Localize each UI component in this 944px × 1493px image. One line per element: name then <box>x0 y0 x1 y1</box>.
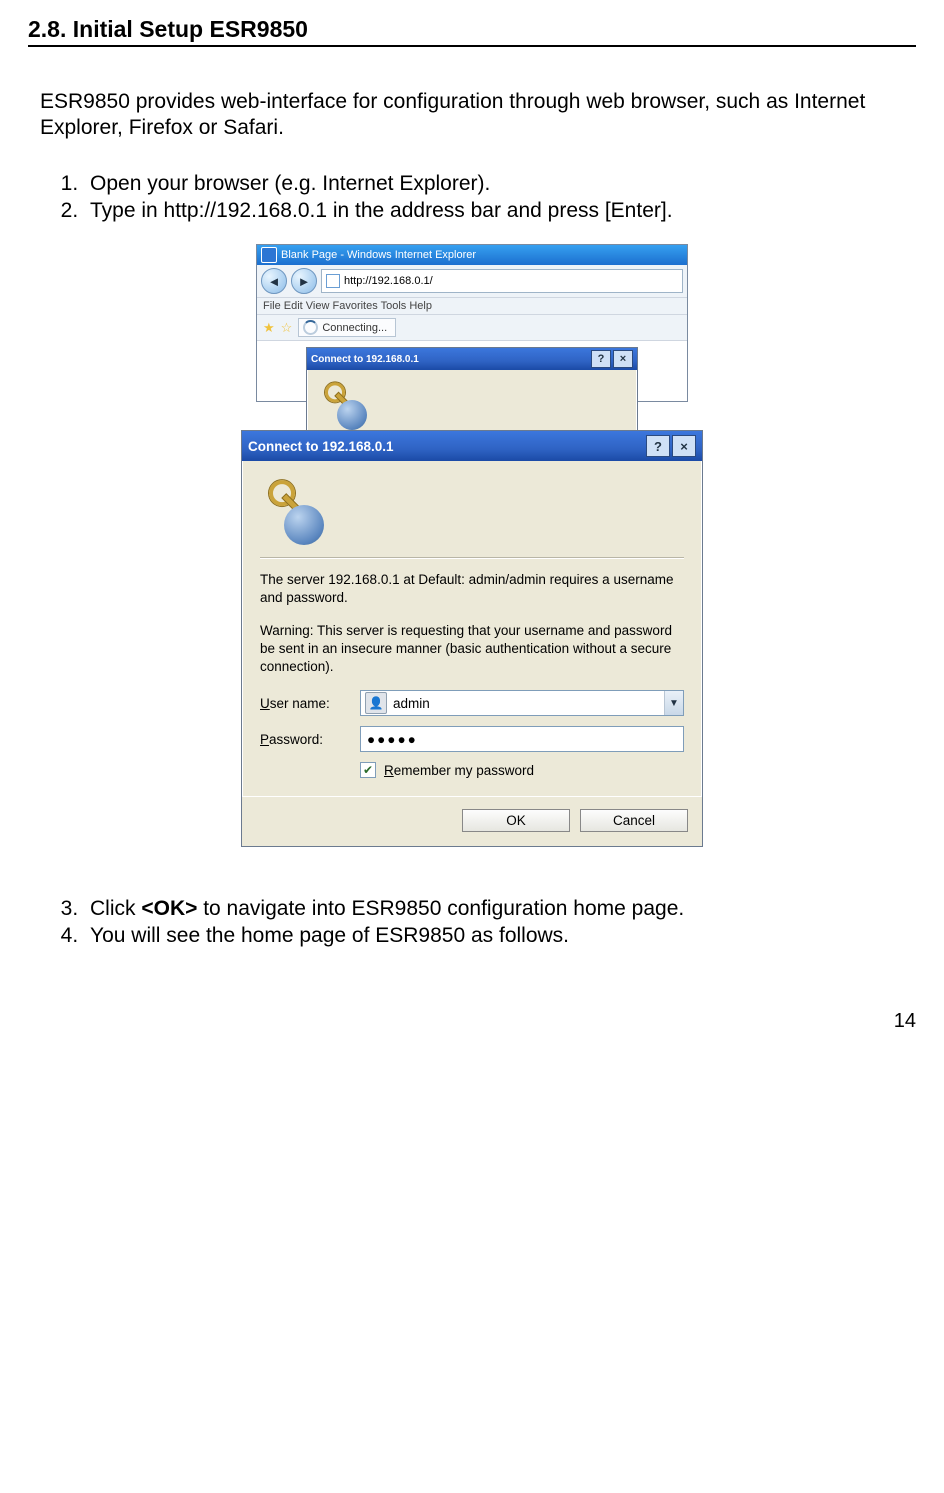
tab-label: Connecting... <box>322 322 387 334</box>
steps-list-a: Open your browser (e.g. Internet Explore… <box>40 170 916 225</box>
browser-window: Blank Page - Windows Internet Explorer ◄… <box>256 244 688 402</box>
cancel-button[interactable]: Cancel <box>580 809 688 832</box>
dialog-titlebar: Connect to 192.168.0.1 ? × <box>242 431 702 461</box>
section-heading: 2.8. Initial Setup ESR9850 <box>28 16 916 47</box>
page-number: 14 <box>28 1010 916 1033</box>
browser-tab[interactable]: Connecting... <box>298 318 396 337</box>
favorites-star-icon[interactable]: ★ <box>263 320 275 336</box>
close-button[interactable]: × <box>613 350 633 368</box>
username-label: User name: <box>260 696 360 711</box>
step-3: Click <OK> to navigate into ESR9850 conf… <box>84 895 916 922</box>
key-lock-icon <box>319 382 367 430</box>
dialog-separator <box>260 557 684 559</box>
ie-logo-icon <box>261 247 277 263</box>
dialog-title-text: Connect to 192.168.0.1 <box>311 354 419 365</box>
password-input[interactable]: ●●●●● <box>360 726 684 752</box>
browser-titlebar: Blank Page - Windows Internet Explorer <box>257 245 687 265</box>
remember-checkbox[interactable]: ✔ <box>360 762 376 778</box>
loading-spinner-icon <box>303 320 318 335</box>
close-button[interactable]: × <box>672 435 696 457</box>
step-1: Open your browser (e.g. Internet Explore… <box>84 170 916 197</box>
step-2: Type in http://192.168.0.1 in the addres… <box>84 197 916 224</box>
address-text: http://192.168.0.1/ <box>344 275 433 287</box>
page-icon <box>326 274 340 288</box>
forward-button[interactable]: ► <box>291 268 317 294</box>
steps-list-b: Click <OK> to navigate into ESR9850 conf… <box>40 895 916 950</box>
key-lock-icon <box>260 481 324 545</box>
help-button[interactable]: ? <box>646 435 670 457</box>
back-button[interactable]: ◄ <box>261 268 287 294</box>
remember-label: Remember my password <box>384 763 534 778</box>
browser-menu[interactable]: File Edit View Favorites Tools Help <box>257 298 687 315</box>
password-label: Password: <box>260 732 360 747</box>
intro-paragraph: ESR9850 provides web-interface for confi… <box>40 89 916 142</box>
ok-button[interactable]: OK <box>462 809 570 832</box>
dialog-message-1: The server 192.168.0.1 at Default: admin… <box>260 571 684 607</box>
address-bar[interactable]: http://192.168.0.1/ <box>321 269 683 293</box>
dialog-titlebar: Connect to 192.168.0.1 ? × <box>307 348 637 370</box>
browser-nav-row: ◄ ► http://192.168.0.1/ <box>257 265 687 298</box>
dialog-title-text: Connect to 192.168.0.1 <box>248 439 394 454</box>
username-input[interactable]: 👤 admin ▼ <box>360 690 684 716</box>
help-button[interactable]: ? <box>591 350 611 368</box>
username-dropdown-icon[interactable]: ▼ <box>664 691 683 715</box>
browser-viewport: Connect to 192.168.0.1 ? × <box>257 341 687 401</box>
step-4: You will see the home page of ESR9850 as… <box>84 922 916 949</box>
user-icon: 👤 <box>365 692 387 714</box>
browser-tabs-row: ★ ☆ Connecting... <box>257 315 687 341</box>
add-favorite-star-icon[interactable]: ☆ <box>281 320 293 336</box>
auth-dialog-large: Connect to 192.168.0.1 ? × The server 19… <box>241 430 703 847</box>
browser-title: Blank Page - Windows Internet Explorer <box>281 249 476 261</box>
username-value: admin <box>391 696 664 711</box>
dialog-message-2: Warning: This server is requesting that … <box>260 622 684 677</box>
